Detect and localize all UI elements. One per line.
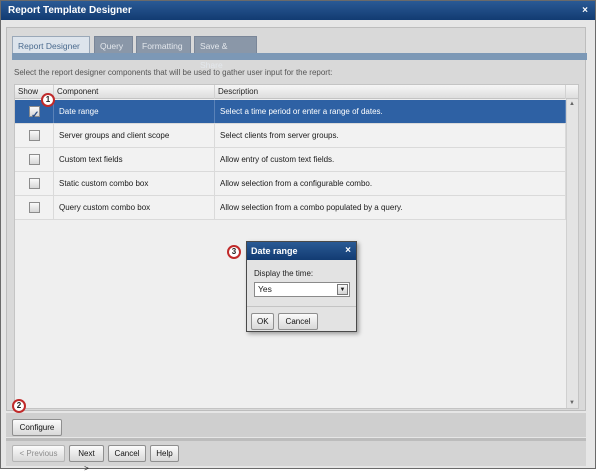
show-checkbox[interactable] [29,178,40,189]
dialog-divider [247,306,356,307]
description-cell: Select clients from server groups. [215,124,566,147]
component-cell: Custom text fields [54,148,215,171]
column-header-description[interactable]: Description [215,85,566,99]
callout-marker: 2 [12,399,26,413]
main-panel: Report Designer Query Formatting Save & … [6,27,587,411]
date-range-dialog: Date range × Display the time: Yes ▼ OK … [246,241,357,332]
table-row[interactable]: Query custom combo box Allow selection f… [15,196,566,220]
close-icon[interactable]: × [345,242,351,260]
window-titlebar: Report Template Designer × [1,1,595,20]
show-checkbox[interactable] [29,154,40,165]
component-cell: Server groups and client scope [54,124,215,147]
ok-button[interactable]: OK [251,313,274,330]
description-cell: Allow selection from a combo populated b… [215,196,566,219]
display-time-label: Display the time: [254,269,314,278]
display-time-value: Yes [258,284,272,294]
dialog-cancel-button[interactable]: Cancel [278,313,318,330]
close-icon[interactable]: × [582,1,588,20]
grid-header: Show Component Description [15,85,578,99]
dialog-title: Date range [251,246,298,256]
component-cell: Date range [54,100,215,123]
configure-bar [6,413,586,437]
description-cell: Select a time period or enter a range of… [215,100,566,123]
table-row[interactable]: Date range Select a time period or enter… [15,100,566,124]
component-cell: Static custom combo box [54,172,215,195]
show-checkbox[interactable] [29,202,40,213]
report-template-designer-window: Report Template Designer × Report Design… [0,0,596,471]
table-row[interactable]: Static custom combo box Allow selection … [15,172,566,196]
description-cell: Allow entry of custom text fields. [215,148,566,171]
show-cell [15,172,54,195]
tab-underline [12,53,587,60]
configure-button[interactable]: Configure [12,419,62,436]
table-row[interactable]: Server groups and client scope Select cl… [15,124,566,148]
window-title: Report Template Designer [8,5,132,16]
show-checkbox[interactable] [29,104,40,123]
column-header-component[interactable]: Component [54,85,215,99]
dialog-titlebar: Date range × [247,242,356,260]
display-time-select[interactable]: Yes ▼ [254,282,350,297]
show-checkbox[interactable] [29,130,40,141]
description-cell: Allow selection from a configurable comb… [215,172,566,195]
previous-button[interactable]: < Previous [12,445,65,462]
show-cell [15,148,54,171]
help-button[interactable]: Help [150,445,179,462]
next-button[interactable]: Next > [69,445,104,471]
show-cell [15,196,54,219]
show-cell [15,124,54,147]
cancel-button[interactable]: Cancel [108,445,146,462]
instructions-text: Select the report designer components th… [14,68,333,77]
table-row[interactable]: Custom text fields Allow entry of custom… [15,148,566,172]
chevron-down-icon[interactable]: ▼ [337,284,348,295]
scroll-up-arrow-icon[interactable]: ▲ [569,101,575,107]
grid-scrollbar[interactable]: ▲ ▼ [566,99,578,408]
callout-marker: 1 [41,93,55,107]
component-cell: Query custom combo box [54,196,215,219]
scroll-down-arrow-icon[interactable]: ▼ [569,400,575,406]
callout-marker: 3 [227,245,241,259]
